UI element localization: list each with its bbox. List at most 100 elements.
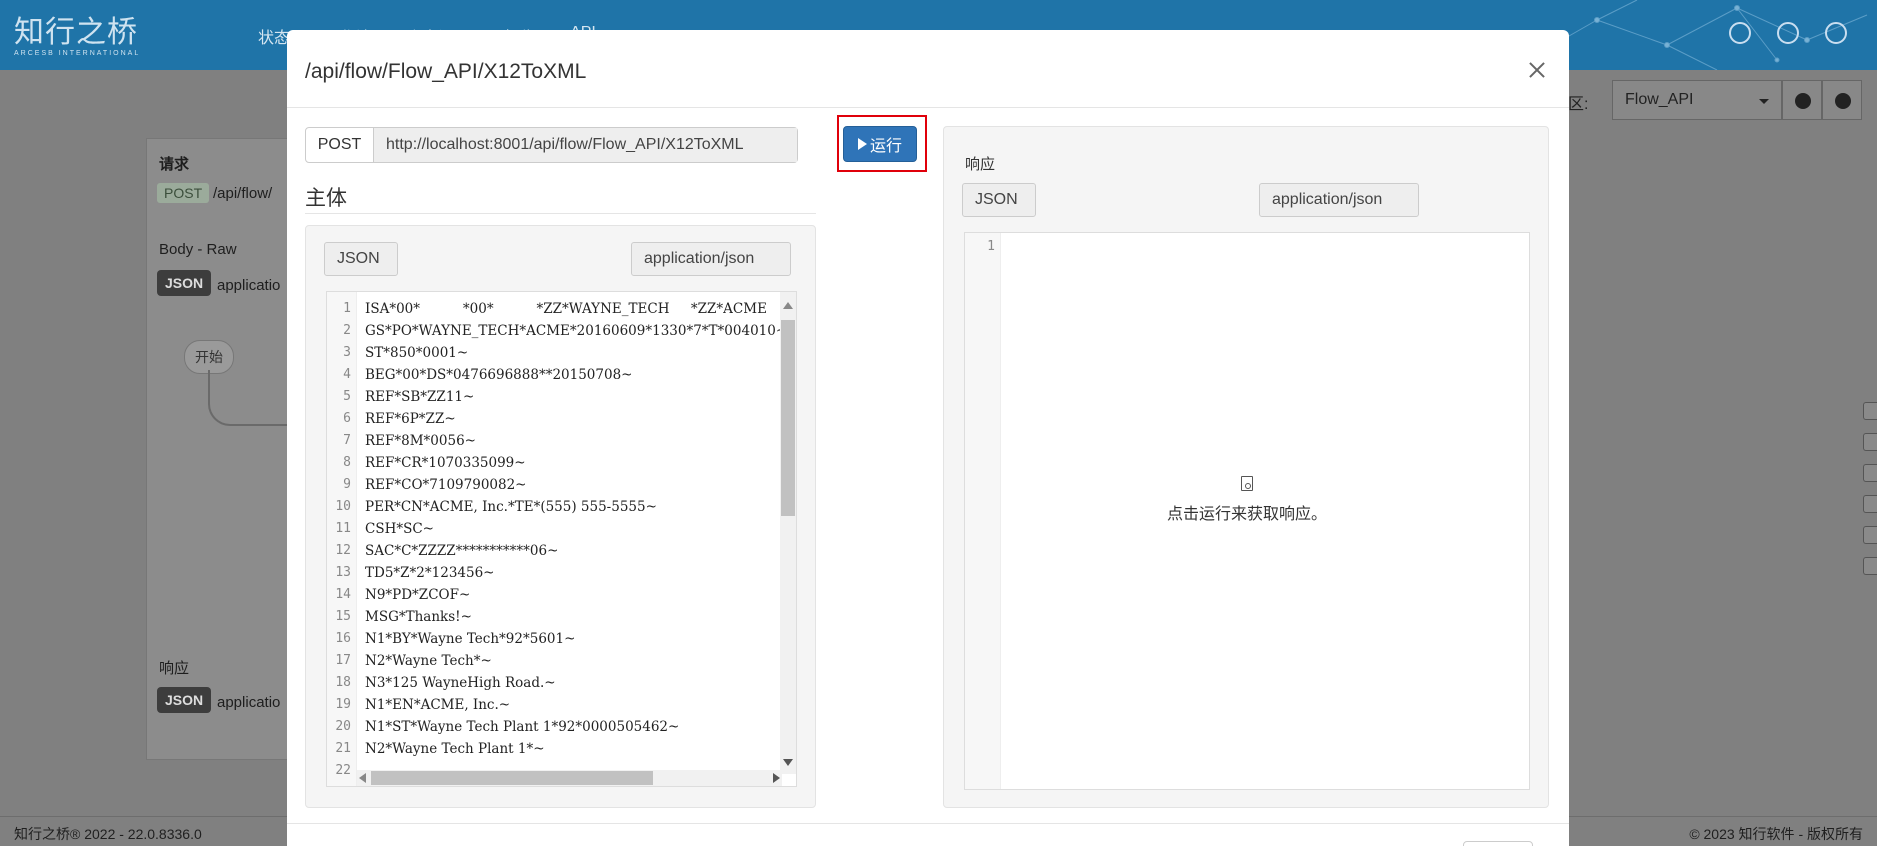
modal-footer-button[interactable]: [1463, 841, 1533, 846]
scroll-up-icon[interactable]: [783, 302, 793, 309]
code-text: TD5*Z*2*123456~: [365, 565, 495, 581]
home-icon[interactable]: [1863, 526, 1877, 544]
line-number: 5: [343, 389, 351, 404]
line-number: 18: [335, 675, 351, 690]
code-text: REF*CR*1070335099~: [365, 455, 526, 471]
response-format-field[interactable]: JSON: [962, 183, 1036, 217]
flow-card: 请求 POST /api/flow/ Body - Raw JSON appli…: [146, 138, 306, 760]
plus-icon[interactable]: [1863, 557, 1877, 575]
gear-icon: [1795, 93, 1811, 109]
top-icons: [1729, 22, 1847, 44]
line-number: 15: [335, 609, 351, 624]
workspace-select[interactable]: Flow_API: [1612, 80, 1782, 120]
line-number: 3: [343, 345, 351, 360]
line-number: 14: [335, 587, 351, 602]
code-text: BEG*00*DS*0476696888**20150708~: [365, 367, 633, 383]
vertical-scrollbar[interactable]: [780, 292, 796, 774]
scroll-thumb[interactable]: [781, 320, 795, 516]
scroll-left-icon[interactable]: [359, 773, 366, 783]
play-icon: [857, 138, 867, 150]
body-section-title: 主体: [305, 187, 347, 210]
line-number: 22: [335, 763, 351, 778]
response-type: applicatio: [217, 694, 281, 711]
modal-header: /api/flow/Flow_API/X12ToXML: [287, 30, 1569, 108]
request-url-field[interactable]: http://localhost:8001/api/flow/Flow_API/…: [374, 128, 797, 162]
workspace-settings-button[interactable]: [1782, 80, 1822, 120]
code-text: ISA*00* *00* *ZZ*WAYNE_TECH *ZZ*ACME: [365, 301, 767, 317]
line-number: 2: [343, 323, 351, 338]
modal-title: /api/flow/Flow_API/X12ToXML: [305, 60, 587, 83]
code-text: MSG*Thanks!~: [365, 609, 472, 625]
scroll-thumb[interactable]: [371, 771, 653, 785]
response-placeholder: 点击运行来获取响应。: [965, 476, 1529, 524]
response-title: 响应: [965, 156, 996, 173]
code-line: 4 BEG*00*DS*0476696888**20150708~: [327, 364, 787, 386]
code-text: REF*8M*0056~: [365, 433, 476, 449]
request-content-type-field[interactable]: application/json: [631, 242, 791, 276]
gear-icon[interactable]: [1729, 22, 1751, 44]
app-logo[interactable]: 知行之桥 ARCESB INTERNATIONAL: [14, 15, 140, 58]
response-editor[interactable]: 1 点击运行来获取响应。: [964, 232, 1530, 790]
code-text: N1*BY*Wayne Tech*92*5601~: [365, 631, 576, 647]
workspace-help-button[interactable]: [1822, 80, 1862, 120]
line-number: 1: [343, 301, 351, 316]
line-number: 6: [343, 411, 351, 426]
workspace-label: 区:: [1568, 96, 1589, 113]
workspace-value: Flow_API: [1625, 91, 1694, 108]
flow-connector: [208, 370, 288, 426]
close-icon[interactable]: [1523, 56, 1551, 84]
help-icon[interactable]: [1777, 22, 1799, 44]
code-text: PER*CN*ACME, Inc.*TE*(555) 555-5555~: [365, 499, 657, 515]
code-line: 10 PER*CN*ACME, Inc.*TE*(555) 555-5555~: [327, 496, 787, 518]
horizontal-scrollbar[interactable]: [357, 770, 782, 786]
code-text: N2*Wayne Tech Plant 1*~: [365, 741, 545, 757]
start-node[interactable]: 开始: [184, 340, 234, 374]
code-text: REF*CO*7109790082~: [365, 477, 527, 493]
code-text: N9*PD*ZCOF~: [365, 587, 471, 603]
scroll-right-icon[interactable]: [773, 773, 780, 783]
line-number: 11: [335, 521, 351, 536]
code-text: N2*Wayne Tech*~: [365, 653, 492, 669]
response-label: 响应: [159, 660, 190, 677]
save-icon[interactable]: [1863, 495, 1877, 513]
line-number: 10: [335, 499, 351, 514]
line-number: 13: [335, 565, 351, 580]
line-number: 19: [335, 697, 351, 712]
help-icon: [1835, 93, 1851, 109]
scroll-down-icon[interactable]: [783, 759, 793, 766]
undo-icon[interactable]: [1863, 433, 1877, 451]
code-line: 19 N1*EN*ACME, Inc.~: [327, 694, 787, 716]
code-line: 17 N2*Wayne Tech*~: [327, 650, 787, 672]
code-line: 9 REF*CO*7109790082~: [327, 474, 787, 496]
line-number: 7: [343, 433, 351, 448]
run-button[interactable]: 运行: [843, 126, 917, 162]
code-line: 1 ISA*00* *00* *ZZ*WAYNE_TECH *ZZ*ACME: [327, 298, 787, 320]
body-json-badge: JSON: [157, 270, 212, 296]
line-number: 21: [335, 741, 351, 756]
response-json-badge: JSON: [157, 687, 212, 713]
chevron-down-icon: [1759, 99, 1769, 104]
code-line: 5 REF*SB*ZZ11~: [327, 386, 787, 408]
search-icon[interactable]: [1863, 402, 1877, 420]
code-line: 21 N2*Wayne Tech Plant 1*~: [327, 738, 787, 760]
code-text: ST*850*0001~: [365, 345, 469, 361]
code-text: GS*PO*WAYNE_TECH*ACME*20160609*1330*7*T*…: [365, 323, 788, 339]
code-line: 13 TD5*Z*2*123456~: [327, 562, 787, 584]
code-text: CSH*SC~: [365, 521, 434, 537]
request-body-panel: JSON application/json 1 ISA*00* *00* *ZZ*…: [305, 225, 816, 808]
logo-text: 知行之桥: [14, 15, 138, 50]
footer-copyright: © 2023 知行软件 - 版权所有: [1689, 826, 1863, 842]
code-line: 6 REF*6P*ZZ~: [327, 408, 787, 430]
eye-icon[interactable]: [1863, 464, 1877, 482]
request-format-field[interactable]: JSON: [324, 242, 398, 276]
nav-item-status[interactable]: 状态: [258, 24, 290, 48]
code-line: 12 SAC*C*ZZZZ***********06~: [327, 540, 787, 562]
line-number: 1: [987, 239, 995, 254]
code-line: 7 REF*8M*0056~: [327, 430, 787, 452]
request-body-editor[interactable]: 1 ISA*00* *00* *ZZ*WAYNE_TECH *ZZ*ACME 2 GS…: [326, 291, 797, 787]
code-text: REF*SB*ZZ11~: [365, 389, 475, 405]
response-content-type-field[interactable]: application/json: [1259, 183, 1419, 217]
line-number: 17: [335, 653, 351, 668]
user-icon[interactable]: [1825, 22, 1847, 44]
code-line: 2 GS*PO*WAYNE_TECH*ACME*20160609*1330*7*T…: [327, 320, 787, 342]
